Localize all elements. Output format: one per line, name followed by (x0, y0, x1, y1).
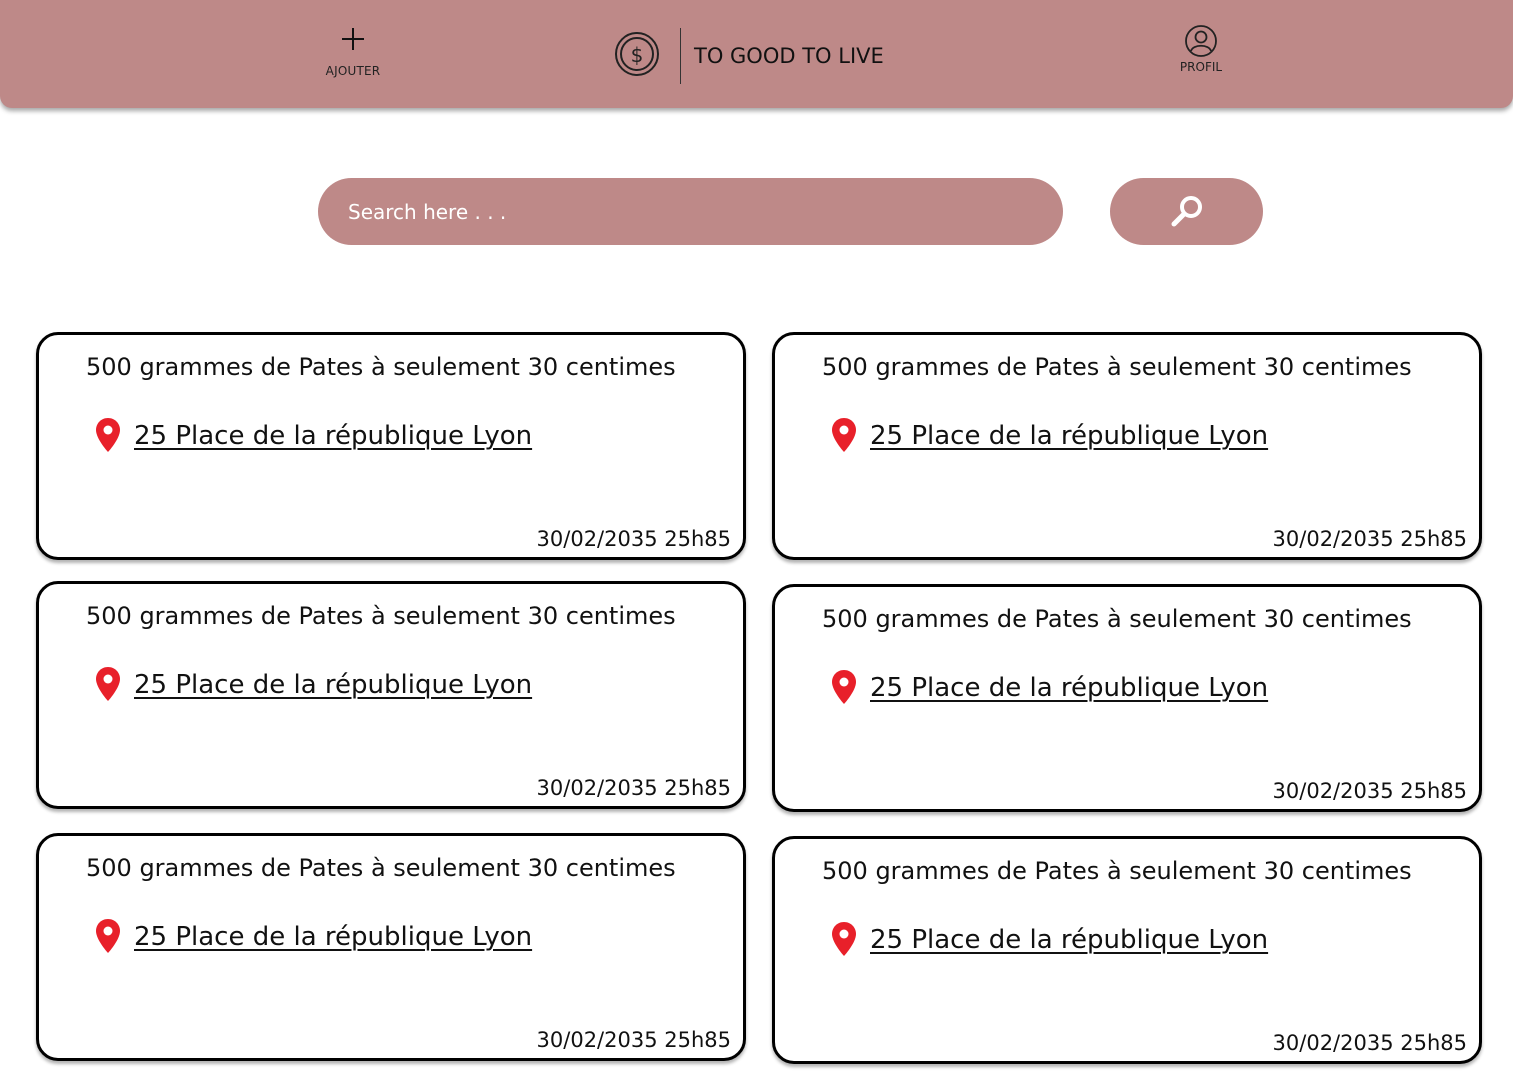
offer-title: 500 grammes de Pates à seulement 30 cent… (822, 857, 1412, 885)
offer-title: 500 grammes de Pates à seulement 30 cent… (822, 353, 1412, 381)
plus-icon (342, 28, 364, 50)
offer-date: 30/02/2035 25h85 (1272, 779, 1467, 803)
brand-divider (680, 28, 681, 84)
location-pin-icon (832, 922, 856, 956)
search-icon (1171, 196, 1202, 227)
offer-date: 30/02/2035 25h85 (536, 527, 731, 551)
offer-title: 500 grammes de Pates à seulement 30 cent… (86, 602, 676, 630)
offer-title: 500 grammes de Pates à seulement 30 cent… (86, 854, 676, 882)
location-pin-icon (96, 919, 120, 953)
location-pin-icon (832, 418, 856, 452)
offer-address-link[interactable]: 25 Place de la république Lyon (870, 925, 1268, 955)
offer-card[interactable]: 500 grammes de Pates à seulement 30 cent… (772, 584, 1482, 812)
offer-card[interactable]: 500 grammes de Pates à seulement 30 cent… (772, 836, 1482, 1064)
location-pin-icon (96, 418, 120, 452)
offer-title: 500 grammes de Pates à seulement 30 cent… (822, 605, 1412, 633)
svg-text:$: $ (631, 43, 644, 67)
offer-date: 30/02/2035 25h85 (536, 776, 731, 800)
app-title: TO GOOD TO LIVE (694, 44, 884, 68)
user-circle-icon (1185, 25, 1217, 57)
offer-card[interactable]: 500 grammes de Pates à seulement 30 cent… (36, 833, 746, 1061)
offer-card[interactable]: 500 grammes de Pates à seulement 30 cent… (36, 332, 746, 560)
offer-address-link[interactable]: 25 Place de la république Lyon (870, 421, 1268, 451)
offer-address-link[interactable]: 25 Place de la république Lyon (134, 922, 532, 952)
offer-title: 500 grammes de Pates à seulement 30 cent… (86, 353, 676, 381)
offer-date: 30/02/2035 25h85 (1272, 1031, 1467, 1055)
offer-address-link[interactable]: 25 Place de la république Lyon (134, 670, 532, 700)
dollar-coin-icon: $ (615, 32, 659, 76)
offer-address-link[interactable]: 25 Place de la république Lyon (134, 421, 532, 451)
top-nav-bar: AJOUTER $ TO GOOD TO LIVE PROFIL (0, 0, 1513, 108)
profile-button[interactable]: PROFIL (1168, 24, 1234, 80)
location-pin-icon (96, 667, 120, 701)
search-input[interactable] (318, 178, 1063, 245)
offer-address-link[interactable]: 25 Place de la république Lyon (870, 673, 1268, 703)
add-button-label: AJOUTER (325, 64, 381, 78)
search-button[interactable] (1110, 178, 1263, 245)
location-pin-icon (832, 670, 856, 704)
offer-card[interactable]: 500 grammes de Pates à seulement 30 cent… (772, 332, 1482, 560)
offer-date: 30/02/2035 25h85 (536, 1028, 731, 1052)
offer-card[interactable]: 500 grammes de Pates à seulement 30 cent… (36, 581, 746, 809)
offer-date: 30/02/2035 25h85 (1272, 527, 1467, 551)
add-button[interactable]: AJOUTER (316, 26, 390, 86)
profile-button-label: PROFIL (1179, 60, 1223, 74)
